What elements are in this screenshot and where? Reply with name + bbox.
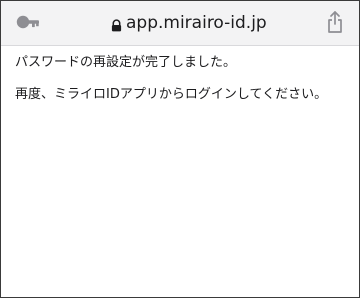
url-text: app.mirairo-id.jp [126,13,267,33]
page-content: パスワードの再設定が完了しました。 再度、ミライロIDアプリからログインしてくだ… [15,51,345,106]
success-message: パスワードの再設定が完了しました。 [15,55,237,70]
address-field[interactable]: app.mirairo-id.jp [111,10,267,36]
lock-icon [111,17,122,31]
key-icon[interactable] [16,14,40,30]
share-icon[interactable] [326,10,344,34]
browser-address-bar: app.mirairo-id.jp [1,1,359,46]
login-instruction: 再度、ミライロIDアプリからログインしてください。 [15,87,328,102]
browser-window: app.mirairo-id.jp パスワードの再設定が完了しました。 再度、ミ… [0,0,360,298]
